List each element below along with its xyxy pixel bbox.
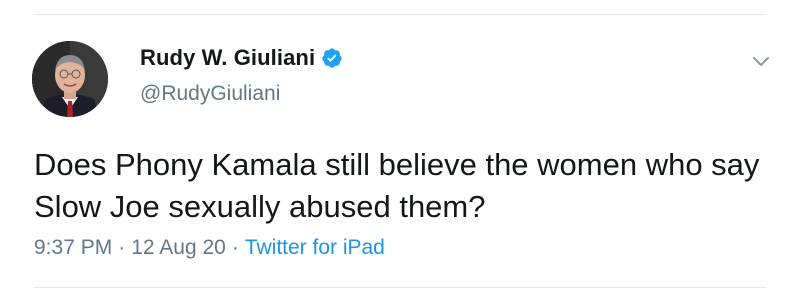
tweet-meta: 9:37 PM · 12 Aug 20 · Twitter for iPad [34,236,385,260]
meta-separator: · [118,236,126,259]
tweet-text: Does Phony Kamala still believe the wome… [34,147,760,224]
top-divider [34,14,766,15]
tweet-card: Rudy W. Giuliani @RudyGiuliani Does Phon… [0,0,800,300]
handle[interactable]: @RudyGiuliani [140,82,343,106]
bottom-divider [34,287,766,288]
display-name[interactable]: Rudy W. Giuliani [140,45,315,71]
user-info: Rudy W. Giuliani @RudyGiuliani [140,44,343,106]
source-link[interactable]: Twitter for iPad [245,236,385,260]
tweet-date[interactable]: 12 Aug 20 [131,236,226,260]
display-name-row: Rudy W. Giuliani [140,44,343,72]
verified-badge-icon [321,47,343,69]
chevron-down-icon[interactable] [752,55,770,69]
meta-separator: · [231,236,239,259]
avatar-image [32,41,108,117]
tweet-time[interactable]: 9:37 PM [34,236,112,260]
avatar[interactable] [32,41,108,117]
